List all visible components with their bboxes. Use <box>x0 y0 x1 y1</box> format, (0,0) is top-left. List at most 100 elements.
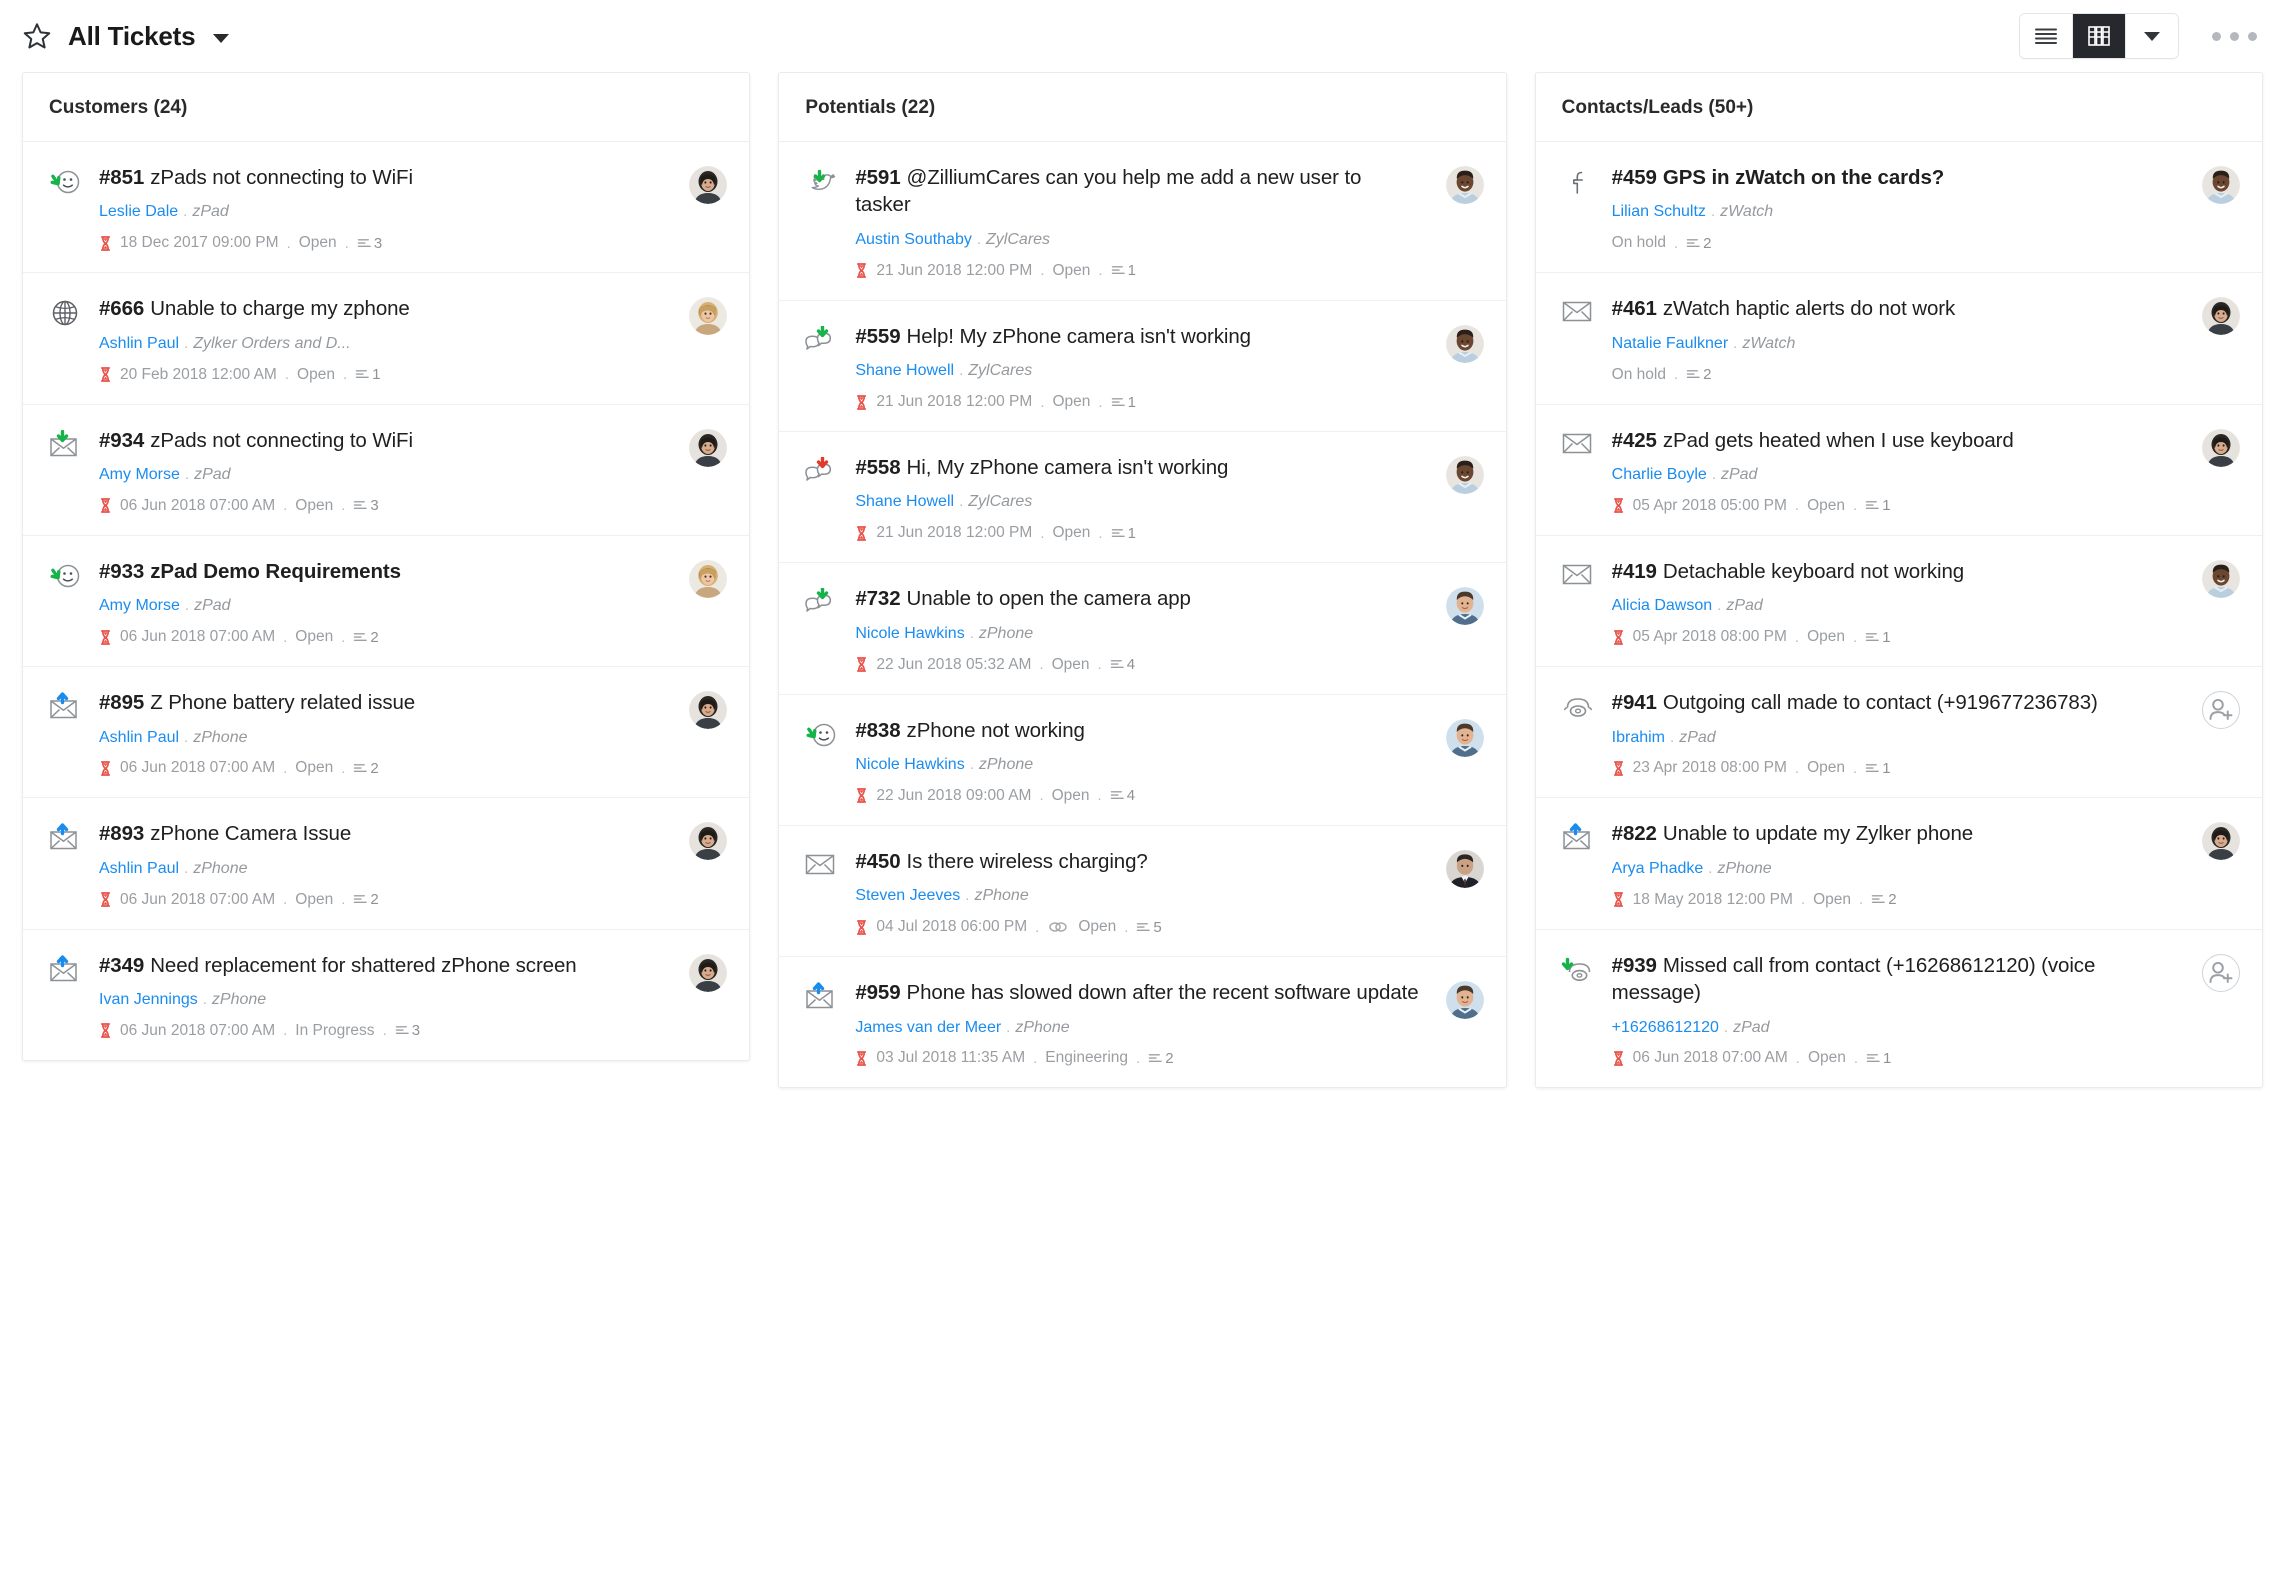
avatar[interactable] <box>1445 981 1484 1020</box>
avatar[interactable] <box>2201 428 2240 467</box>
ticket-card[interactable]: #666 Unable to charge my zphone Ashlin Pau… <box>23 273 750 405</box>
ticket-contact[interactable]: Lilian Schultz <box>1612 203 1706 220</box>
ticket-title[interactable]: #419 Detachable keyboard not working <box>1612 558 2176 585</box>
list-view-icon[interactable] <box>2020 14 2072 58</box>
ticket-card[interactable]: #893 zPhone Camera Issue Ashlin Paul. zPhon… <box>23 798 750 930</box>
ticket-title[interactable]: #425 zPad gets heated when I use keyboard <box>1612 427 2176 454</box>
ticket-card[interactable]: #349 Need replacement for shattered zPhon… <box>23 930 749 1060</box>
avatar[interactable] <box>1445 718 1484 757</box>
ticket-contact[interactable]: James van der Meer <box>855 1019 1001 1036</box>
ticket-card[interactable]: #419 Detachable keyboard not working Alici… <box>1535 536 2262 668</box>
view-options-chevron-down-icon[interactable] <box>2126 14 2178 58</box>
ticket-title[interactable]: #934 zPads not connecting to WiFi <box>99 427 663 454</box>
avatar[interactable] <box>689 297 728 336</box>
ticket-card-body: #559 Help! My zPhone camera isn't working… <box>855 323 1419 411</box>
ticket-contact[interactable]: Ivan Jennings <box>99 991 198 1008</box>
ticket-title[interactable]: #459 GPS in zWatch on the cards? <box>1612 164 2176 191</box>
ticket-title[interactable]: #349 Need replacement for shattered zPhon… <box>99 952 663 979</box>
avatar[interactable] <box>689 166 728 204</box>
ticket-title[interactable]: #558 Hi, My zPhone camera isn't working <box>855 454 1419 481</box>
ticket-card[interactable]: #558 Hi, My zPhone camera isn't working Sh… <box>779 432 1506 564</box>
ticket-title[interactable]: #851 zPads not connecting to WiFi <box>99 164 663 191</box>
ticket-card[interactable]: #461 zWatch haptic alerts do not work Nata… <box>1535 273 2262 405</box>
thread-count: 2 <box>353 760 379 777</box>
ticket-card[interactable]: #934 zPads not connecting to WiFi Amy Mors… <box>23 405 750 536</box>
avatar[interactable] <box>1445 456 1484 494</box>
ticket-card[interactable]: #450 Is there wireless charging? Steven Je… <box>779 826 1506 958</box>
ticket-card[interactable]: #941 Outgoing call made to contact (+9196… <box>1535 667 2262 799</box>
ticket-title[interactable]: #559 Help! My zPhone camera isn't working <box>855 323 1419 350</box>
ticket-meta: James van der Meer. zPhone <box>855 1018 1419 1039</box>
avatar[interactable] <box>689 428 728 467</box>
ticket-title[interactable]: #591 @ZilliumCares can you help me add a … <box>855 164 1419 219</box>
board-view-icon[interactable] <box>2073 14 2125 58</box>
ticket-title[interactable]: #941 Outgoing call made to contact (+9196… <box>1612 689 2176 716</box>
avatar[interactable] <box>2201 953 2240 992</box>
thread-count-value: 2 <box>1888 891 1897 909</box>
ticket-card[interactable]: #459 GPS in zWatch on the cards? Lilian Sc… <box>1535 142 2262 274</box>
avatar[interactable] <box>2201 822 2240 861</box>
ticket-contact[interactable]: Alicia Dawson <box>1612 597 1712 614</box>
ticket-card[interactable]: #933 zPad Demo Requirements Amy Morse. zPad… <box>23 536 750 668</box>
avatar[interactable] <box>689 953 728 992</box>
avatar[interactable] <box>689 691 728 730</box>
ticket-contact[interactable]: Charlie Boyle <box>1612 466 1707 483</box>
ticket-contact[interactable]: Leslie Dale <box>99 203 178 220</box>
view-mode-switch[interactable] <box>2020 14 2178 58</box>
ticket-contact[interactable]: +16268612120 <box>1612 1019 1719 1036</box>
view-selector[interactable]: All Tickets <box>22 21 230 52</box>
ticket-title[interactable]: #822 Unable to update my Zylker phone <box>1612 820 2176 847</box>
avatar[interactable] <box>2201 559 2240 598</box>
ticket-product: zPad <box>1679 728 1716 746</box>
ticket-title[interactable]: #959 Phone has slowed down after the rece… <box>855 979 1419 1006</box>
ticket-due-date: 21 Jun 2018 12:00 PM <box>876 524 1033 542</box>
ticket-title[interactable]: #893 zPhone Camera Issue <box>99 820 663 847</box>
ticket-card[interactable]: #591 @ZilliumCares can you help me add a … <box>779 142 1506 301</box>
ticket-contact[interactable]: Steven Jeeves <box>855 887 960 904</box>
ticket-card[interactable]: #732 Unable to open the camera app Nicole … <box>779 563 1506 695</box>
avatar[interactable] <box>689 822 728 861</box>
ticket-contact[interactable]: Arya Phadke <box>1612 860 1704 877</box>
ticket-contact[interactable]: Shane Howell <box>855 493 954 510</box>
avatar[interactable] <box>1445 166 1484 204</box>
ticket-contact[interactable]: Nicole Hawkins <box>855 625 964 642</box>
ticket-title[interactable]: #895 Z Phone battery related issue <box>99 689 663 716</box>
ticket-contact[interactable]: Ashlin Paul <box>99 335 179 352</box>
ticket-contact[interactable]: Nicole Hawkins <box>855 756 964 773</box>
ticket-status: Open <box>297 365 335 383</box>
ticket-card[interactable]: #559 Help! My zPhone camera isn't working… <box>779 301 1506 432</box>
ticket-title[interactable]: #666 Unable to charge my zphone <box>99 295 663 322</box>
ticket-contact[interactable]: Ashlin Paul <box>99 729 179 746</box>
ticket-meta: Amy Morse. zPad <box>99 465 663 486</box>
ticket-title[interactable]: #450 Is there wireless charging? <box>855 848 1419 875</box>
avatar[interactable] <box>2201 691 2240 730</box>
avatar[interactable] <box>689 559 728 598</box>
ticket-contact[interactable]: Natalie Faulkner <box>1612 335 1729 352</box>
star-outline-icon[interactable] <box>22 21 52 51</box>
ticket-contact[interactable]: Ibrahim <box>1612 729 1665 746</box>
avatar[interactable] <box>1445 587 1484 626</box>
ticket-contact[interactable]: Shane Howell <box>855 362 954 379</box>
ticket-contact[interactable]: Amy Morse <box>99 466 180 483</box>
avatar[interactable] <box>1445 324 1484 363</box>
ticket-contact[interactable]: Ashlin Paul <box>99 860 179 877</box>
ticket-title[interactable]: #838 zPhone not working <box>855 717 1419 744</box>
ticket-card[interactable]: #959 Phone has slowed down after the rece… <box>779 957 1505 1087</box>
ticket-card[interactable]: #425 zPad gets heated when I use keyboard… <box>1535 405 2262 536</box>
chevron-down-icon[interactable] <box>213 33 230 43</box>
ticket-title[interactable]: #939 Missed call from contact (+162686121… <box>1612 952 2176 1007</box>
ticket-title[interactable]: #732 Unable to open the camera app <box>855 585 1419 612</box>
more-options-icon[interactable] <box>2212 31 2257 41</box>
ticket-title[interactable]: #933 zPad Demo Requirements <box>99 558 663 585</box>
ticket-contact[interactable]: Austin Southaby <box>855 231 972 248</box>
ticket-title[interactable]: #461 zWatch haptic alerts do not work <box>1612 295 2176 322</box>
avatar[interactable] <box>1445 849 1484 888</box>
ticket-card[interactable]: #939 Missed call from contact (+162686121… <box>1536 930 2262 1088</box>
avatar[interactable] <box>2201 297 2240 336</box>
ticket-card[interactable]: #822 Unable to update my Zylker phone Arya… <box>1535 798 2262 930</box>
ticket-card[interactable]: #851 zPads not connecting to WiFi Leslie D… <box>23 142 750 274</box>
avatar[interactable] <box>2201 166 2240 204</box>
ticket-card[interactable]: #895 Z Phone battery related issue Ashlin … <box>23 667 750 799</box>
ticket-contact[interactable]: Amy Morse <box>99 597 180 614</box>
ticket-card[interactable]: #838 zPhone not working Nicole Hawkins. zPh… <box>779 695 1506 826</box>
